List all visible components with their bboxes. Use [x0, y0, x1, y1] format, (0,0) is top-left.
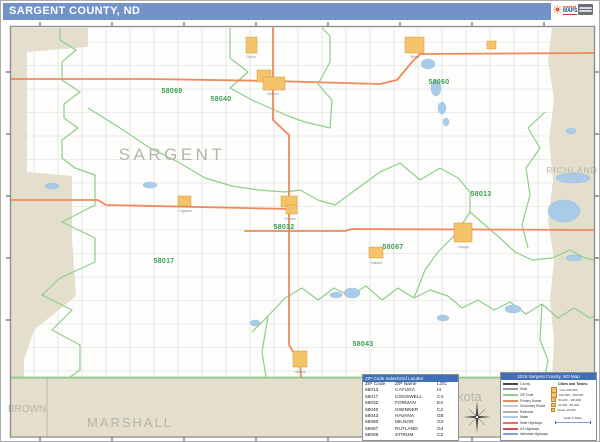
legend-item-label: US Highways [520, 427, 539, 431]
legend-item-label: County [520, 382, 530, 386]
legend-swatch [503, 400, 518, 402]
town-cayuga [454, 223, 472, 242]
town-milnor [405, 37, 424, 53]
town-label: Cayuga [458, 245, 469, 249]
zip-label-58043: 58043 [353, 341, 374, 348]
logo-burst-icon [553, 5, 562, 14]
map-legend: 2016 Sargent County, ND Map CountyState Z… [500, 372, 597, 441]
town-label: Cogswell [179, 209, 192, 213]
zip-label-58013: 58013 [471, 191, 492, 198]
legend-city-classes: Over 250,000100,000 - 250,00050,000 - 10… [551, 387, 594, 413]
zip-label-58069: 58069 [162, 88, 183, 95]
legend-item-label: Interstate Highways [520, 432, 548, 436]
legend-item-label: State Highways [520, 421, 542, 425]
zip-table-row: 58069STIRUMC2 [363, 433, 458, 439]
city-class-row: Under 10,000 [551, 408, 594, 413]
brand-logo[interactable]: market MAPS [552, 1, 598, 18]
town-label: Forman [285, 217, 296, 221]
city-class-icon [551, 403, 556, 408]
zip-label-58067: 58067 [383, 244, 404, 251]
town-stirum [246, 37, 257, 53]
legend-items: CountyState ZIP Code Primary RoadsSecondar… [503, 381, 548, 437]
city-class-label: 50,000 - 100,000 [558, 398, 581, 402]
town-label: Milnor [411, 55, 421, 59]
legend-swatch [503, 388, 518, 390]
zip-label-58032: 58032 [274, 224, 295, 231]
legend-swatch [503, 394, 518, 396]
town-label: Havana [295, 370, 306, 374]
map-title-bar: SARGENT COUNTY, ND [3, 3, 551, 20]
legend-item-label: Primary Roads [520, 399, 541, 403]
legend-swatch [503, 433, 518, 435]
county-label-richland: RICHLAND [546, 165, 597, 175]
town-label: Stirum [246, 55, 256, 59]
town-havana [293, 351, 307, 367]
city-class-label: 10,000 - 50,000 [558, 403, 579, 407]
legend-item-label: Water [520, 415, 528, 419]
legend-swatch [503, 416, 518, 418]
legend-item-label: Railroads [520, 410, 533, 414]
city-class-label: 100,000 - 250,000 [559, 393, 583, 397]
scale-bar: Scale in Miles [551, 416, 594, 424]
legend-item-label: ZIP Code [520, 393, 533, 397]
compass-rose-icon [462, 400, 492, 434]
legend-swatch [503, 411, 518, 413]
zip-label-58040: 58040 [211, 96, 232, 103]
zip-table-rows: 58013CAYUGAI458017COGSWELLC458032FORMANE… [363, 388, 458, 439]
town-rutland [369, 247, 383, 258]
zip-label-58060: 58060 [429, 79, 450, 86]
legend-item: Interstate Highways [503, 431, 548, 437]
town-label: Gwinner [267, 92, 280, 96]
county-label-marshall: MARSHALL [87, 415, 173, 430]
city-class-label: Under 10,000 [557, 408, 575, 412]
town-cogswell [178, 196, 191, 206]
town-label: Rutland [371, 261, 382, 265]
city-class-icon [551, 397, 556, 402]
legend-swatch [503, 422, 518, 424]
zip-table-header: ZIP Code Index/Grid Locator [363, 375, 458, 382]
zip-code-cell: 58069 [363, 433, 395, 439]
zip-label-58017: 58017 [154, 258, 175, 265]
legend-swatch [503, 405, 518, 407]
logo-wordmark: market MAPS [563, 5, 577, 15]
legend-item-label: State [520, 387, 527, 391]
city-class-icon [551, 408, 555, 412]
logo-badge [578, 4, 593, 15]
zip-code-index-table: ZIP Code Index/Grid Locator ZIP Code ZIP… [362, 374, 459, 441]
logo-wordmark-bottom: MAPS [563, 9, 577, 15]
city-class-label: Over 250,000 [559, 388, 577, 392]
county-label-sargent: SARGENT [119, 145, 226, 164]
legend-header: 2016 Sargent County, ND Map [501, 373, 596, 380]
legend-swatch [503, 428, 518, 430]
town-forman [286, 205, 297, 214]
county-label-brown: BROWN [8, 404, 46, 415]
scale-bar-label: Scale in Miles [551, 416, 594, 420]
legend-item-label: Secondary Roads [520, 404, 545, 408]
town-gwinner [263, 77, 285, 90]
loc-cell: C2 [437, 433, 455, 439]
town-small [487, 41, 496, 49]
zip-name-cell: STIRUM [395, 433, 437, 439]
legend-swatch [503, 383, 518, 385]
